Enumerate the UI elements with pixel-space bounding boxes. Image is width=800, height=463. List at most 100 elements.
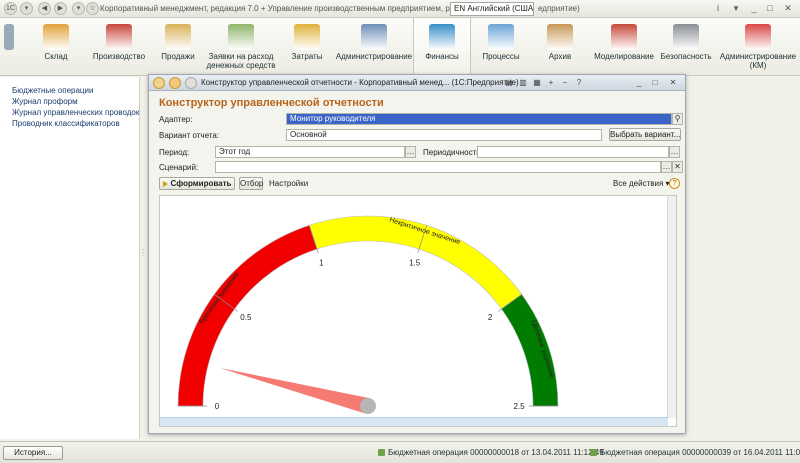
section-processes[interactable]: Процессы <box>472 18 530 76</box>
all-actions-menu[interactable]: Все действия ▾ <box>613 179 670 188</box>
section-label: Затраты <box>291 52 323 61</box>
document-icon <box>228 24 254 50</box>
nav-link-budget-operations[interactable]: Бюджетные операции <box>0 85 139 96</box>
variant-field[interactable]: Основной <box>286 129 602 141</box>
left-nav: Бюджетные операции Журнал проформ Журнал… <box>0 77 140 439</box>
lock-icon <box>673 24 699 50</box>
play-icon <box>162 180 168 187</box>
section-icon <box>4 24 14 50</box>
section-production[interactable]: Производство <box>86 18 152 76</box>
gauge-chart-area: Критично значение Некритичное значение Цел… <box>159 195 677 427</box>
section-label: Финансы <box>425 52 459 61</box>
section-costs[interactable]: Затраты <box>280 18 334 76</box>
plus-icon[interactable]: + <box>545 77 557 89</box>
section-warehouse[interactable]: Склад <box>22 18 90 76</box>
window-close-icon[interactable]: ✕ <box>667 77 679 89</box>
min-window-icon[interactable]: _ <box>748 2 760 14</box>
section-label: Администрирование (КМ) <box>719 52 797 70</box>
scenario-select-button[interactable]: … <box>661 161 672 173</box>
adapter-label: Адаптер: <box>159 115 193 124</box>
periodicity-field[interactable] <box>477 146 669 158</box>
save-icon[interactable]: ▥ <box>517 77 529 89</box>
minus-icon[interactable]: − <box>559 77 571 89</box>
period-label: Период: <box>159 148 190 157</box>
coins-icon <box>294 24 320 50</box>
section-label: Продажи <box>161 52 195 61</box>
adapter-field[interactable]: Монитор руководителя <box>286 113 672 125</box>
nav-link-classifier-explorer[interactable]: Проводник классификаторов <box>0 118 139 129</box>
gauge-tick-label: 0 <box>215 402 220 411</box>
minimize-icon[interactable]: ▾ <box>730 2 742 14</box>
filter-button[interactable]: Отбор <box>239 177 263 190</box>
panel-splitter[interactable]: ⋮ <box>139 249 147 270</box>
status-bar: История... Бюджетная операция 0000000001… <box>0 441 800 463</box>
horizontal-scrollbar[interactable] <box>160 417 668 426</box>
section-administration-km[interactable]: Администрирование (КМ) <box>718 18 798 76</box>
section-finance[interactable]: Финансы <box>413 18 471 76</box>
finance-icon <box>429 24 455 50</box>
gauge-svg: Критично значениеНекритичное значениеЦел… <box>177 215 559 414</box>
factory-icon <box>106 24 132 50</box>
gauge-needle <box>219 367 370 414</box>
medkit-icon <box>745 24 771 50</box>
close-icon[interactable]: ✕ <box>782 2 794 14</box>
status-item-1-text: Бюджетная операция 00000000018 от 13.04.… <box>388 448 604 457</box>
window-minimize-icon[interactable]: _ <box>633 77 645 89</box>
status-item-2-text: Бюджетная операция 00000000039 от 16.04.… <box>600 448 800 457</box>
scenario-label: Сценарий: <box>159 163 199 172</box>
print-icon[interactable]: ▤ <box>503 77 515 89</box>
nav-link-management-entries[interactable]: Журнал управленческих проводок <box>0 107 139 118</box>
language-indicator[interactable]: EN Английский (США) <box>450 2 534 16</box>
status-item-2[interactable]: Бюджетная операция 00000000039 от 16.04.… <box>590 448 800 457</box>
vertical-scrollbar[interactable] <box>667 196 676 418</box>
section-sales[interactable]: Продажи <box>150 18 206 76</box>
gauge-zone-3 <box>501 293 559 407</box>
report-window: Конструктор управленческой отчетности - … <box>148 74 686 434</box>
app-title-tail: едприятие) <box>538 4 580 13</box>
section-modeling[interactable]: Моделирование <box>588 18 660 76</box>
history-icon[interactable]: ▾ <box>72 2 85 15</box>
generate-button[interactable]: Сформировать <box>159 177 235 190</box>
favorites-icon[interactable]: ☆ <box>86 2 99 15</box>
section-administration[interactable]: Администрирование <box>334 18 414 76</box>
window-menu-icon[interactable] <box>169 77 181 89</box>
sections-panel: Склад Производство Продажи Заявки на рас… <box>0 18 800 76</box>
forward-icon[interactable]: ▶ <box>54 2 67 15</box>
gauge-tick-label: 1 <box>319 258 324 267</box>
scenario-field[interactable] <box>215 161 661 173</box>
1c-logo-icon[interactable]: 1С <box>4 2 17 15</box>
restore-icon[interactable]: □ <box>764 2 776 14</box>
truck-icon <box>165 24 191 50</box>
1c-window-icon[interactable] <box>153 77 165 89</box>
back-icon[interactable]: ◀ <box>38 2 51 15</box>
section-label: Заявки на расход денежных средств <box>206 52 276 70</box>
nav-link-proforma-journal[interactable]: Журнал проформ <box>0 96 139 107</box>
period-field[interactable]: Этот год <box>215 146 405 158</box>
section-security[interactable]: Безопасность <box>654 18 718 76</box>
favorite-star-icon[interactable] <box>185 77 197 89</box>
settings-link[interactable]: Настройки <box>269 179 308 188</box>
clear-icon[interactable]: ✕ <box>672 161 683 173</box>
window-titlebar: Конструктор управленческой отчетности - … <box>149 75 685 91</box>
gauge-tick-label: 2.5 <box>513 402 525 411</box>
section-archive[interactable]: Архив <box>532 18 588 76</box>
periodicity-select-button[interactable]: … <box>669 146 680 158</box>
app-titlebar: 1С ▾ ◀ ▶ ▾ ☆ Корпоративный менеджмент, р… <box>0 0 800 18</box>
menu-icon[interactable]: ▾ <box>20 2 33 15</box>
section-partial[interactable] <box>2 18 16 76</box>
history-button[interactable]: История... <box>3 446 63 460</box>
section-expense-requests[interactable]: Заявки на расход денежных средств <box>204 18 278 76</box>
window-restore-icon[interactable]: □ <box>649 77 661 89</box>
form-heading: Конструктор управленческой отчетности <box>159 97 384 109</box>
status-item-1[interactable]: Бюджетная операция 00000000018 от 13.04.… <box>378 448 604 457</box>
calc-icon[interactable]: ▦ <box>531 77 543 89</box>
server-icon <box>361 24 387 50</box>
help-icon[interactable]: ? <box>669 178 680 189</box>
search-icon[interactable]: ⚲ <box>672 113 683 125</box>
choose-variant-button[interactable]: Выбрать вариант... <box>609 128 681 141</box>
section-label: Архив <box>548 52 572 61</box>
period-select-button[interactable]: … <box>405 146 416 158</box>
document-icon <box>590 449 597 456</box>
info-icon[interactable]: i <box>712 2 724 14</box>
help-icon[interactable]: ? <box>573 77 585 89</box>
